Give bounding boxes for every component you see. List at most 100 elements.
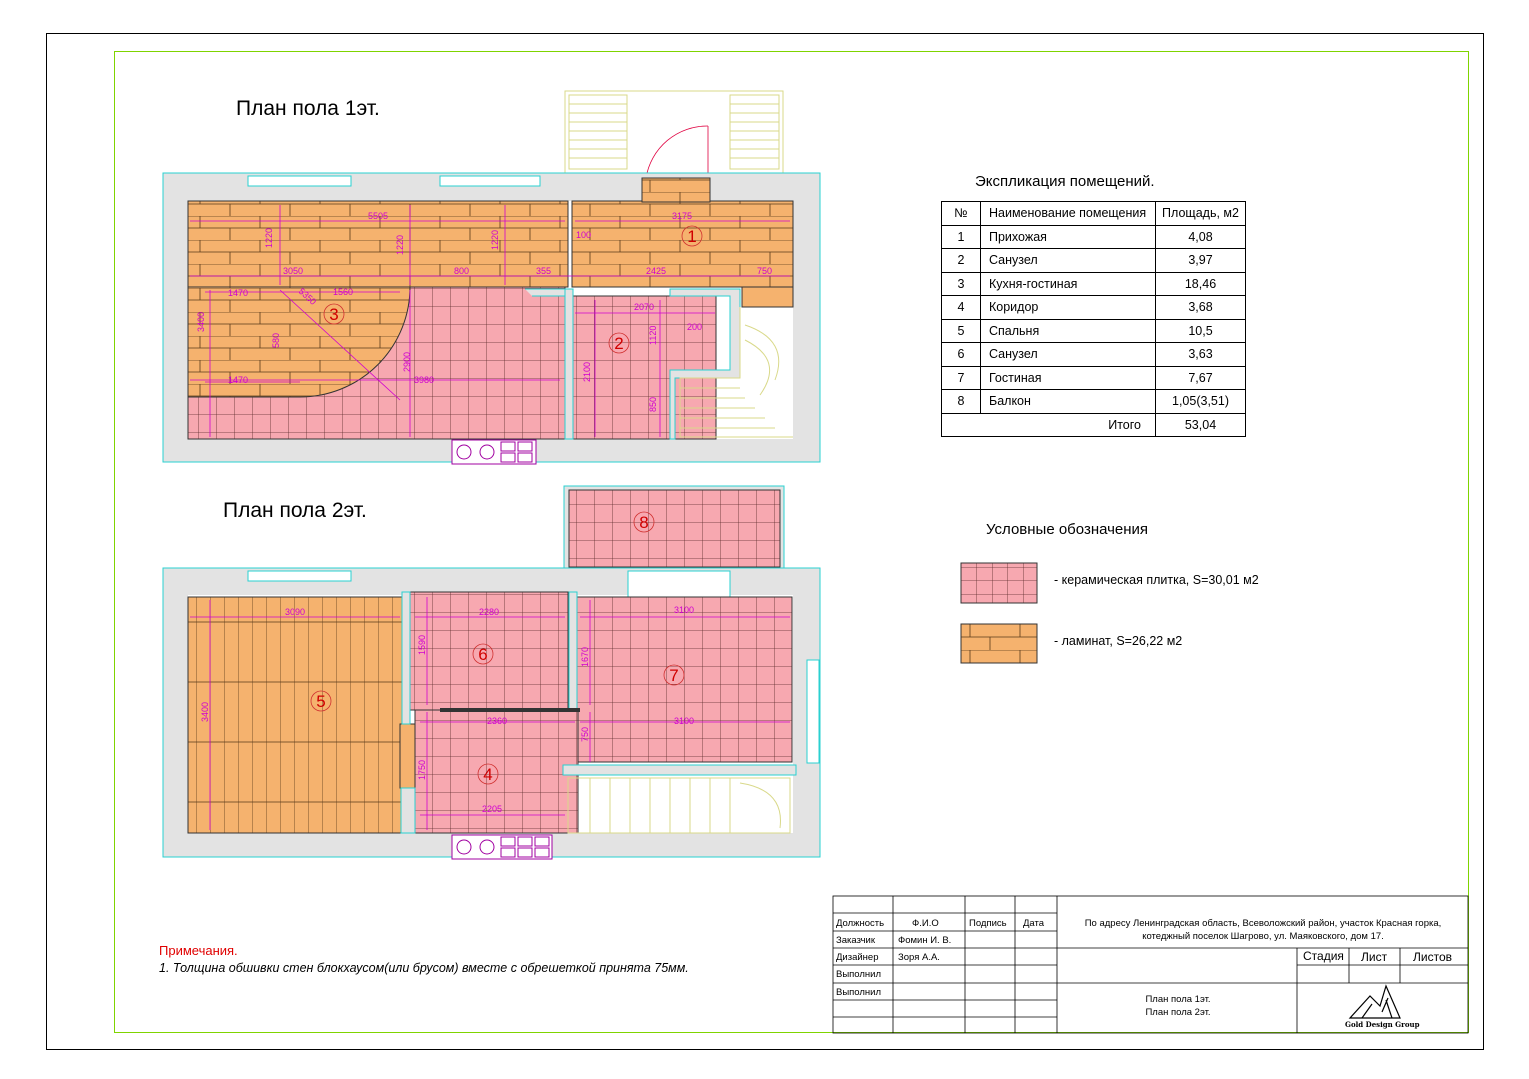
room-marker: 5 xyxy=(316,692,325,711)
room-number: 3 xyxy=(941,271,981,296)
room-name: Спальня xyxy=(980,318,1156,343)
room-number: 2 xyxy=(941,248,981,273)
tb-header-name: Ф.И.О xyxy=(912,918,939,929)
dim-label: 1120 xyxy=(648,326,658,345)
table-row: 6 Санузел 3,63 xyxy=(941,342,1246,367)
dim-label: 200 xyxy=(687,322,702,332)
legend-swatch-tile xyxy=(960,562,1038,604)
dim-label: 2360 xyxy=(487,716,507,726)
room-number: 7 xyxy=(941,365,981,390)
room-marker: 1 xyxy=(687,227,696,246)
total-label: Итого xyxy=(941,412,1156,437)
dim-label: 1670 xyxy=(580,647,590,667)
dim-label: 1220 xyxy=(490,230,500,250)
tb-role: Выполнил xyxy=(836,987,882,998)
room-number: 8 xyxy=(941,389,981,414)
room-area: 3,97 xyxy=(1155,248,1246,273)
room-area: 4,08 xyxy=(1155,224,1246,249)
table-row: 4 Коридор 3,68 xyxy=(941,295,1246,320)
room-marker: 7 xyxy=(669,666,678,685)
dim-label: 2100 xyxy=(582,362,592,382)
dim-label: 3980 xyxy=(414,375,434,385)
room-marker: 2 xyxy=(614,334,623,353)
room-marker: 8 xyxy=(639,513,648,532)
table-row: 7 Гостиная 7,67 xyxy=(941,365,1246,390)
dim-label: 750 xyxy=(757,266,772,276)
table-row: 3 Кухня-гостиная 18,46 xyxy=(941,271,1246,296)
room-marker: 6 xyxy=(478,645,487,664)
room-area: 10,5 xyxy=(1155,318,1246,343)
dim-label: 5505 xyxy=(368,211,388,221)
tb-drawing-line: План пола 1эт. xyxy=(1145,994,1211,1005)
notes-title: Примечания. xyxy=(159,943,238,958)
floor-plan-2: 3090 3400 2280 1590 3100 1670 2360 3100 … xyxy=(162,485,821,860)
dim-label: 2280 xyxy=(479,607,499,617)
dim-label: 1470 xyxy=(228,375,248,385)
table-header-row: № Наименование помещения Площадь, м2 xyxy=(941,201,1246,226)
room-name: Балкон xyxy=(980,389,1156,414)
dim-label: 3050 xyxy=(283,266,303,276)
legend-laminate-label: - ламинат, S=26,22 м2 xyxy=(1054,634,1183,648)
explication-title: Экспликация помещений. xyxy=(975,173,1155,190)
table-row: 5 Спальня 10,5 xyxy=(941,318,1246,343)
room-name: Коридор xyxy=(980,295,1156,320)
tb-header-role: Должность xyxy=(836,918,885,929)
dim-label: 100 xyxy=(576,230,591,240)
tb-address-line: По адресу Ленинградская область, Всеволо… xyxy=(1084,918,1442,929)
plan-1-title: План пола 1эт. xyxy=(236,97,380,120)
tb-name: Зоря А.А. xyxy=(898,952,940,963)
tb-drawing-name: План пола 1эт. План пола 2эт. xyxy=(1098,993,1258,1019)
tb-role: Дизайнер xyxy=(836,952,879,963)
table-row: 8 Балкон 1,05(3,51) xyxy=(941,389,1246,414)
dim-label: 2205 xyxy=(482,804,502,814)
dim-label: 2900 xyxy=(402,352,412,372)
tb-address-line: котеджный поселок Шагрово, ул. Маяковско… xyxy=(1142,931,1384,942)
room-area: 18,46 xyxy=(1155,271,1246,296)
tb-header-date: Дата xyxy=(1023,918,1045,929)
dim-label: 1220 xyxy=(395,235,405,255)
room-area: 3,68 xyxy=(1155,295,1246,320)
dim-label: 2070 xyxy=(634,302,654,312)
room-name: Санузел xyxy=(980,248,1156,273)
room-number: 6 xyxy=(941,342,981,367)
legend-tile-label: - керамическая плитка, S=30,01 м2 xyxy=(1054,573,1259,587)
room-marker: 3 xyxy=(329,305,338,324)
tb-role: Выполнил xyxy=(836,969,882,980)
dim-label: 3400 xyxy=(200,702,210,722)
plan-2-title: План пола 2эт. xyxy=(223,499,367,522)
dim-label: 3100 xyxy=(674,605,694,615)
dim-label: 1750 xyxy=(417,760,427,780)
tb-header-sign: Подпись xyxy=(969,918,1007,929)
room-name: Гостиная xyxy=(980,365,1156,390)
room-number: 4 xyxy=(941,295,981,320)
company-logo xyxy=(1348,984,1401,1019)
table-row: 1 Прихожая 4,08 xyxy=(941,224,1246,249)
dim-label: 800 xyxy=(454,266,469,276)
dim-label: 3090 xyxy=(285,607,305,617)
tb-role: Заказчик xyxy=(836,935,876,946)
room-name: Прихожая xyxy=(980,224,1156,249)
tb-sheet: Лист xyxy=(1361,950,1388,964)
table-row: 2 Санузел 3,97 xyxy=(941,248,1246,273)
room-name: Санузел xyxy=(980,342,1156,367)
dim-label: 580 xyxy=(271,333,281,348)
notes-line: 1. Толщина обшивки стен блокхаусом(или б… xyxy=(159,961,689,975)
explication-table: № Наименование помещения Площадь, м2 1 П… xyxy=(941,201,1246,437)
tb-drawing-line: План пола 2эт. xyxy=(1145,1007,1211,1018)
dim-label: 3400 xyxy=(196,312,206,332)
floor-plan-1: 5505 1220 1220 1220 3175 100 3050 800 35… xyxy=(162,90,821,465)
header-cell: Площадь, м2 xyxy=(1155,201,1246,226)
dim-label: 2425 xyxy=(646,266,666,276)
dim-label: 1590 xyxy=(417,635,427,655)
dim-label: 850 xyxy=(648,397,658,412)
legend-title: Условные обозначения xyxy=(986,521,1149,538)
table-total-row: Итого 53,04 xyxy=(941,412,1246,437)
legend-swatch-laminate xyxy=(960,623,1038,664)
dim-label: 1470 xyxy=(228,288,248,298)
room-number: 5 xyxy=(941,318,981,343)
room-area: 1,05(3,51) xyxy=(1155,389,1246,414)
total-value: 53,04 xyxy=(1155,412,1246,437)
logo-text: Gold Design Group xyxy=(1345,1020,1420,1029)
tb-address: По адресу Ленинградская область, Всеволо… xyxy=(1060,917,1466,943)
room-area: 7,67 xyxy=(1155,365,1246,390)
